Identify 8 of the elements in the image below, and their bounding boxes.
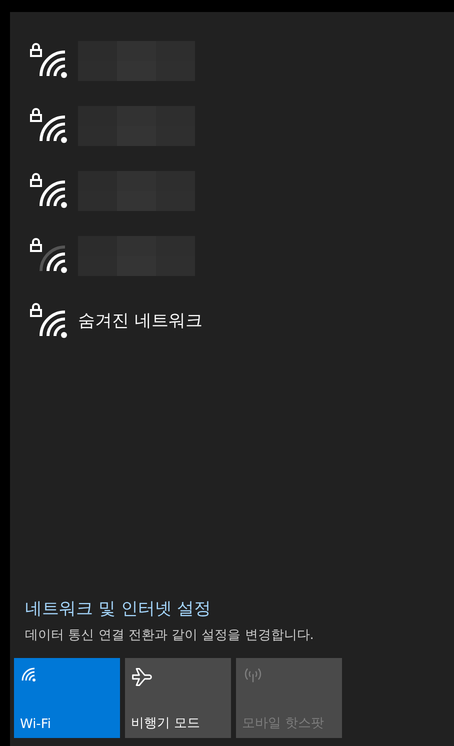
antenna-icon <box>242 666 264 684</box>
airplane-mode-button[interactable]: 비행기 모드 <box>125 658 231 738</box>
settings-description: 데이터 통신 연결 전환과 같이 설정을 변경합니다. <box>25 627 315 644</box>
network-name: 숨겨진 네트워크 <box>78 311 202 331</box>
airplane-icon <box>131 666 153 688</box>
wifi-button[interactable]: Wi-Fi <box>14 658 120 738</box>
network-settings-link[interactable]: 네트워크 및 인터넷 설정 <box>25 597 454 620</box>
wifi-icon <box>20 666 36 682</box>
